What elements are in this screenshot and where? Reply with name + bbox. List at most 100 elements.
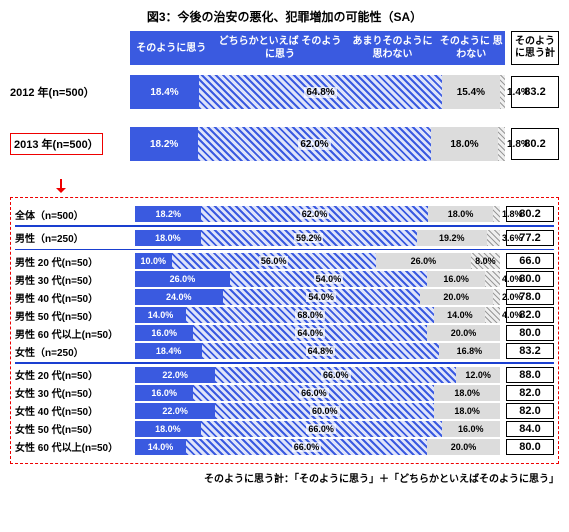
- table-row: 女性 40 代(n=50）22.0%60.0%18.0% 82.0: [15, 403, 554, 419]
- legend-cell: あまりそのように 思わない: [348, 31, 438, 65]
- table-row: 全体（n=500）18.2%62.0%18.0%1.8%80.2: [15, 206, 554, 222]
- stacked-bar: 18.0%59.2%19.2%3.6%: [135, 230, 500, 246]
- bar-seg: 56.0%: [172, 253, 376, 269]
- bar-seg: 3.6%: [487, 230, 500, 246]
- stacked-bar: 18.2%62.0%18.0%1.8%: [130, 127, 505, 161]
- row-label: 女性 20 代(n=50）: [15, 367, 135, 382]
- bar-seg: 64.8%: [202, 343, 439, 359]
- bar-seg: 64.8%: [199, 75, 442, 109]
- bar-seg: 64.0%: [193, 325, 427, 341]
- table-row: 女性（n=250）18.4%64.8%16.8% 83.2: [15, 343, 554, 359]
- bar-seg: 66.0%: [215, 367, 456, 383]
- bar-seg: 20.0%: [427, 439, 500, 455]
- sum-value: 82.0: [506, 385, 554, 401]
- row-label: 男性 30 代(n=50）: [15, 272, 135, 287]
- stacked-bar: 10.0%56.0%26.0%8.0%: [135, 253, 500, 269]
- bar-seg: 54.0%: [230, 271, 427, 287]
- divider: [15, 225, 554, 227]
- legend-row: そのように思うどちらかといえば そのように思うあまりそのように 思わないそのよう…: [10, 31, 559, 65]
- bar-seg: 66.0%: [186, 439, 427, 455]
- bar-seg: 59.2%: [201, 230, 417, 246]
- table-row: 女性 20 代(n=50）22.0%66.0%12.0% 88.0: [15, 367, 554, 383]
- row-label: 男性（n=250）: [15, 230, 135, 245]
- bar-seg: 18.0%: [428, 206, 494, 222]
- arrow-indicator: [60, 179, 559, 193]
- table-row: 男性 40 代(n=50）24.0%54.0%20.0%2.0%78.0: [15, 289, 554, 305]
- row-label: 男性 20 代(n=50）: [15, 254, 135, 269]
- table-row: 男性 50 代(n=50）14.0%68.0%14.0%4.0%82.0: [15, 307, 554, 323]
- row-label: 全体（n=500）: [15, 207, 135, 222]
- row-label: 2013 年(n=500）: [10, 133, 130, 155]
- stacked-bar: 18.4%64.8%15.4%1.4%: [130, 75, 505, 109]
- legend-cell: どちらかといえば そのように思う: [213, 31, 348, 65]
- bar-seg: 4.0%: [485, 307, 500, 323]
- table-row: 2013 年(n=500）18.2%62.0%18.0%1.8%80.2: [10, 127, 559, 161]
- row-label: 女性 50 代(n=50）: [15, 421, 135, 436]
- bar-seg: 2.0%: [493, 289, 500, 305]
- bar-seg: 20.0%: [420, 289, 493, 305]
- bar-seg: 14.0%: [434, 307, 485, 323]
- stacked-bar: 22.0%66.0%12.0%: [135, 367, 500, 383]
- bar-seg: 16.0%: [135, 385, 193, 401]
- bar-seg: 16.0%: [427, 271, 485, 287]
- bar-seg: 20.0%: [427, 325, 500, 341]
- sum-value: 84.0: [506, 421, 554, 437]
- divider: [15, 362, 554, 364]
- row-label: 女性 40 代(n=50）: [15, 403, 135, 418]
- bar-seg: 66.0%: [201, 421, 442, 437]
- bar-seg: 15.4%: [442, 75, 500, 109]
- row-label: 男性 60 代以上(n=50）: [15, 326, 135, 341]
- bar-seg: 16.0%: [442, 421, 500, 437]
- row-label: 男性 40 代(n=50）: [15, 290, 135, 305]
- footnote: そのように思う計：「そのように思う」＋「どちらかといえばそのように思う」: [10, 470, 559, 485]
- table-row: 男性 60 代以上(n=50）16.0%64.0%20.0% 80.0: [15, 325, 554, 341]
- stacked-bar: 14.0%66.0%20.0%: [135, 439, 500, 455]
- legend-cell: そのように 思わない: [438, 31, 506, 65]
- legend-bar: そのように思うどちらかといえば そのように思うあまりそのように 思わないそのよう…: [130, 31, 505, 65]
- row-label: 2012 年(n=500）: [10, 84, 130, 100]
- bar-seg: 18.0%: [135, 421, 201, 437]
- stacked-bar: 18.0%66.0%16.0%: [135, 421, 500, 437]
- bar-seg: 1.8%: [493, 206, 500, 222]
- stacked-bar: 18.4%64.8%16.8%: [135, 343, 500, 359]
- bar-seg: 22.0%: [135, 403, 215, 419]
- stacked-bar: 22.0%60.0%18.0%: [135, 403, 500, 419]
- bar-seg: 14.0%: [135, 307, 186, 323]
- stacked-bar: 14.0%68.0%14.0%4.0%: [135, 307, 500, 323]
- detail-breakdown: 全体（n=500）18.2%62.0%18.0%1.8%80.2 男性（n=250…: [10, 197, 559, 464]
- sum-value: 66.0: [506, 253, 554, 269]
- sum-value: 82.0: [506, 403, 554, 419]
- bar-seg: 18.0%: [434, 403, 500, 419]
- stacked-bar: 24.0%54.0%20.0%2.0%: [135, 289, 500, 305]
- bar-seg: 18.0%: [135, 230, 201, 246]
- bar-seg: 68.0%: [186, 307, 434, 323]
- sum-header: そのよう に思う計: [511, 31, 559, 65]
- bar-seg: 19.2%: [417, 230, 487, 246]
- bar-seg: 12.0%: [456, 367, 500, 383]
- bar-seg: 18.2%: [135, 206, 201, 222]
- bar-seg: 18.0%: [431, 127, 499, 161]
- bar-seg: 1.8%: [498, 127, 505, 161]
- bar-seg: 8.0%: [471, 253, 500, 269]
- sum-value: 88.0: [506, 367, 554, 383]
- bar-seg: 24.0%: [135, 289, 223, 305]
- stacked-bar: 16.0%64.0%20.0%: [135, 325, 500, 341]
- legend-cell: そのように思う: [130, 31, 213, 65]
- sum-value: 83.2: [506, 343, 554, 359]
- bar-seg: 14.0%: [135, 439, 186, 455]
- bar-seg: 54.0%: [223, 289, 420, 305]
- row-label: 女性（n=250）: [15, 344, 135, 359]
- bar-seg: 26.0%: [376, 253, 471, 269]
- sum-value: 80.0: [506, 325, 554, 341]
- bar-seg: 18.2%: [130, 127, 198, 161]
- stacked-bar: 26.0%54.0%16.0%4.0%: [135, 271, 500, 287]
- bar-seg: 4.0%: [485, 271, 500, 287]
- bar-seg: 16.0%: [135, 325, 193, 341]
- row-label: 女性 60 代以上(n=50）: [15, 439, 135, 454]
- bar-seg: 66.0%: [193, 385, 434, 401]
- bar-seg: 1.4%: [500, 75, 505, 109]
- table-row: 女性 60 代以上(n=50）14.0%66.0%20.0%80.0: [15, 439, 554, 455]
- stacked-bar: 18.2%62.0%18.0%1.8%: [135, 206, 500, 222]
- bar-seg: 18.4%: [135, 343, 202, 359]
- divider: [15, 249, 554, 251]
